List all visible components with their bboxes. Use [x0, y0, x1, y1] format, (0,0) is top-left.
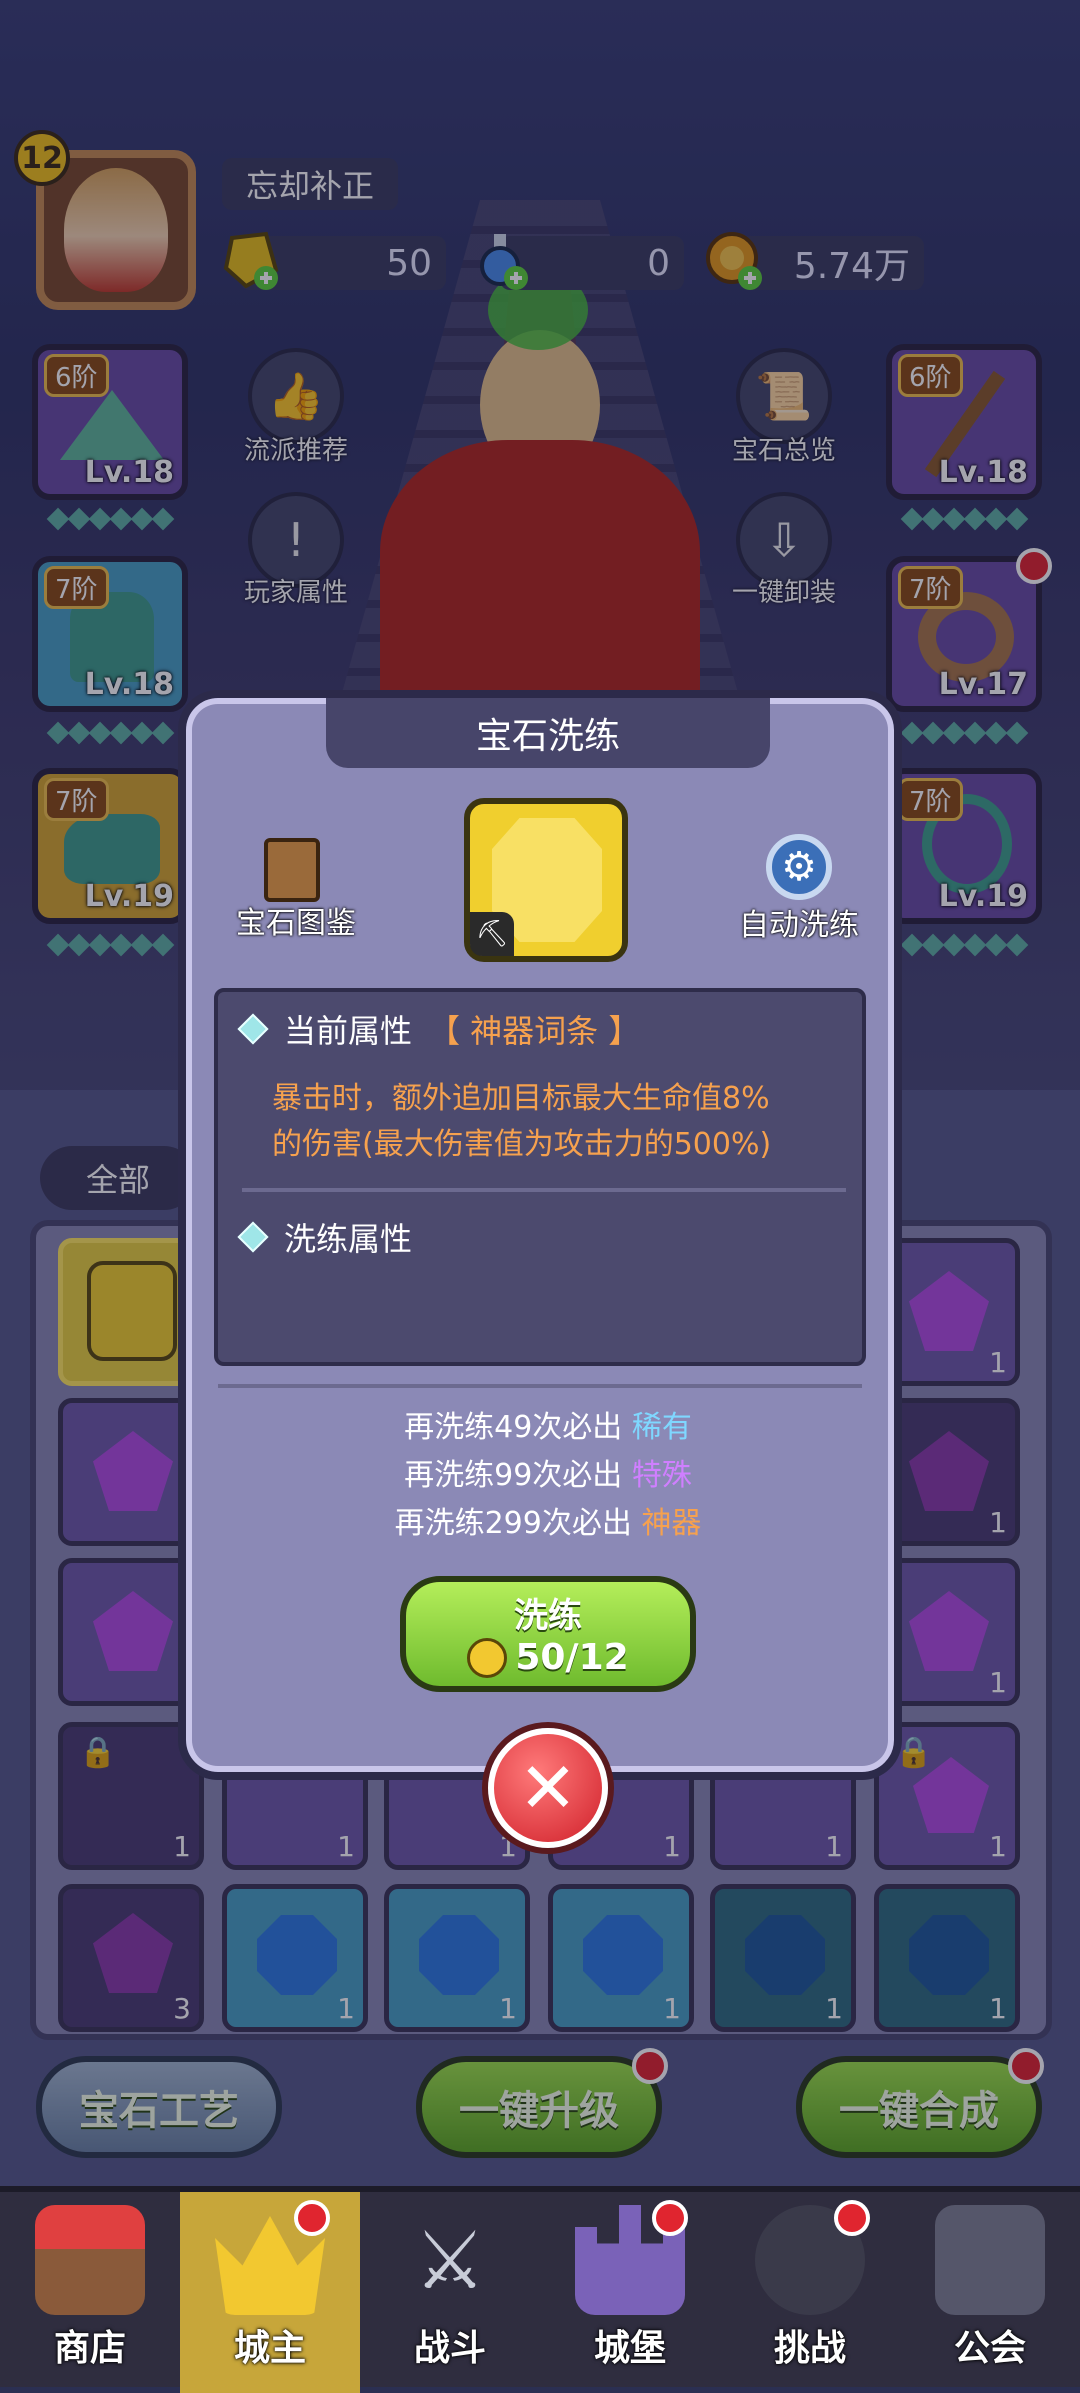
bottom-nav: 商店 城主 ⚔ 战斗 城堡 挑战 公会 [0, 2186, 1080, 2393]
notification-dot [652, 2200, 688, 2236]
gear-icon: ⚙ [766, 834, 832, 900]
divider [242, 1188, 846, 1192]
nav-label: 城堡 [593, 2328, 666, 2369]
attribute-panel: 当前属性 【 神器词条 】 暴击时，额外追加目标最大生命值8% 的伤害(最大伤害… [214, 988, 866, 1366]
close-button[interactable]: ✕ [488, 1728, 608, 1848]
guarantee-hint-2: 再洗练99次必出 特殊 [186, 1452, 910, 1500]
auto-refine-label: 自动洗练 [739, 908, 859, 943]
gem-codex-label: 宝石图鉴 [236, 906, 356, 941]
nav-shop[interactable]: 商店 [0, 2192, 180, 2393]
dialog-title: 宝石洗练 [326, 698, 770, 768]
refine-cost-value: 50/12 [515, 1637, 629, 1678]
hint-text: 再洗练49次必出 [404, 1410, 623, 1445]
swords-icon: ⚔ [414, 2213, 486, 2307]
refine-cost: 50/12 [406, 1637, 690, 1678]
nav-label: 商店 [53, 2328, 126, 2369]
diamond-icon [237, 1013, 269, 1045]
hint-text: 再洗练99次必出 [404, 1458, 623, 1493]
nav-challenge[interactable]: 挑战 [720, 2192, 900, 2393]
rarity-special: 特殊 [631, 1458, 692, 1493]
refine-button[interactable]: 洗练 50/12 [400, 1576, 696, 1692]
notification-dot [294, 2200, 330, 2236]
guarantee-hint-3: 再洗练299次必出 神器 [186, 1500, 910, 1548]
current-attr-label: 当前属性 [284, 1012, 413, 1050]
gem-refine-dialog: 宝石洗练 宝石图鉴 ⛏ ⚙ 自动洗练 当前属性 【 神器词条 】 暴击时，额外追… [178, 690, 902, 1848]
nav-label: 战斗 [413, 2328, 486, 2369]
diamond-icon [237, 1221, 269, 1253]
guarantee-hint-1: 再洗练49次必出 稀有 [186, 1404, 910, 1452]
gem-codex-button[interactable]: 宝石图鉴 [226, 838, 366, 941]
book-icon [264, 838, 320, 902]
nav-label: 城主 [233, 2328, 306, 2369]
rarity-artifact: 神器 [641, 1506, 702, 1541]
close-icon: ✕ [518, 1747, 578, 1829]
notification-dot [834, 2200, 870, 2236]
auto-refine-button[interactable]: ⚙ 自动洗练 [714, 834, 884, 944]
refine-attr-label: 洗练属性 [284, 1220, 413, 1258]
pickaxe-icon: ⛏ [470, 912, 514, 956]
current-attr-desc-1: 暴击时，额外追加目标最大生命值8% [272, 1081, 770, 1116]
guild-icon [935, 2205, 1045, 2315]
nav-castle[interactable]: 城堡 [540, 2192, 720, 2393]
hint-text: 再洗练299次必出 [394, 1506, 632, 1541]
current-attr-tag: 【 神器词条 】 [428, 1012, 641, 1050]
current-attr-desc-2: 的伤害(最大伤害值为攻击力的500%) [272, 1127, 772, 1162]
nav-battle[interactable]: ⚔ 战斗 [360, 2192, 540, 2393]
nav-lord[interactable]: 城主 [180, 2192, 360, 2393]
rarity-rare: 稀有 [631, 1410, 692, 1445]
selected-gem[interactable]: ⛏ [464, 798, 628, 962]
nav-label: 公会 [953, 2328, 1026, 2369]
refine-label: 洗练 [514, 1596, 582, 1636]
divider [218, 1384, 862, 1388]
gold-gem-icon [467, 1637, 508, 1678]
shop-icon [35, 2205, 145, 2315]
nav-guild[interactable]: 公会 [900, 2192, 1080, 2393]
nav-label: 挑战 [773, 2328, 846, 2369]
